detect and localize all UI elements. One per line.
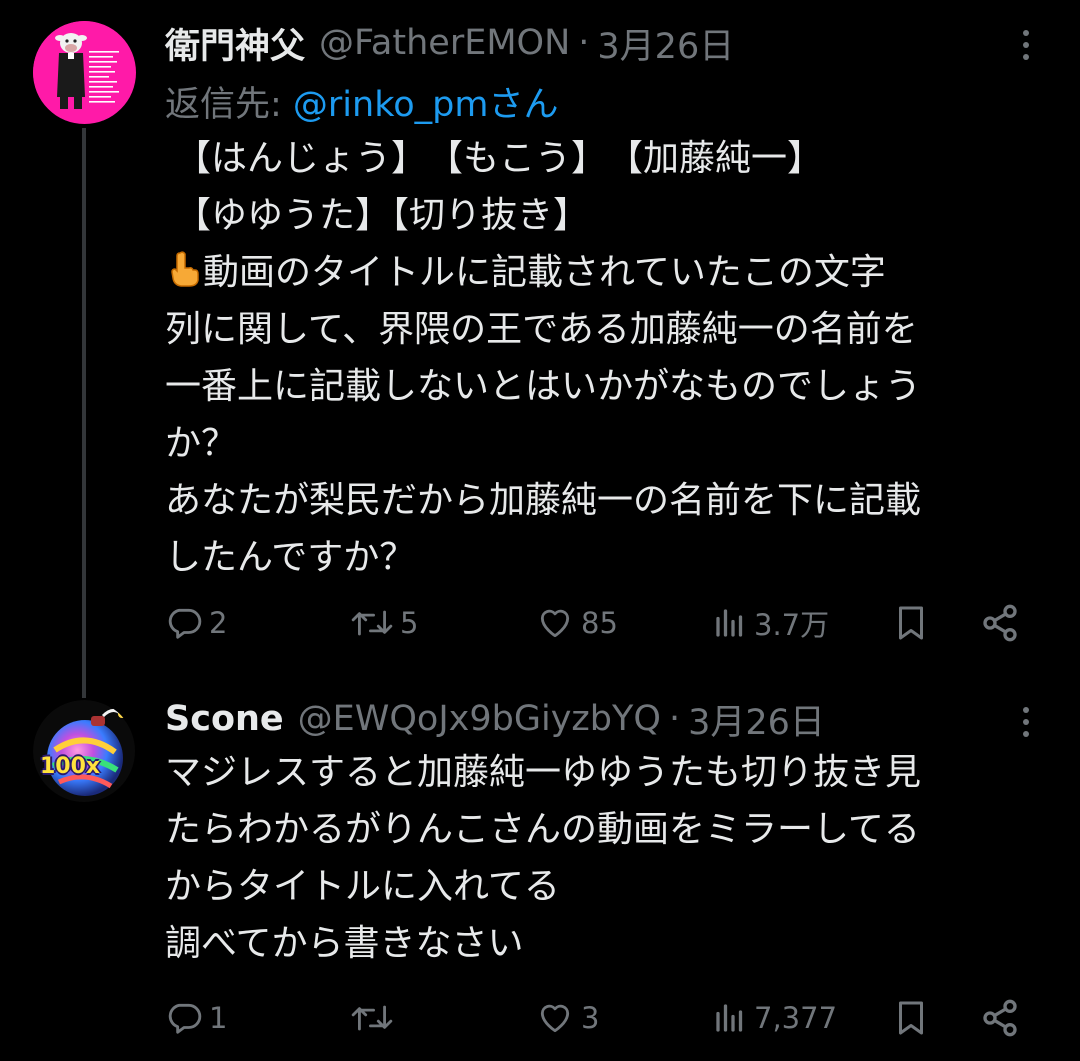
text-line: 動画のタイトルに記載されていたこの文字 [203,252,886,293]
author-handle[interactable]: @EWQoJx9bGiyzbYQ [298,699,661,739]
reply-count: 2 [209,606,228,640]
reply-count: 1 [209,1001,228,1035]
reply-icon [168,1003,202,1034]
avatar-image-icon [33,700,135,802]
tweet-text: 【はんじょう】 【もこう】 【加藤純一】 【ゆゆうた】【切り抜き】 動画のタイト… [165,130,1055,586]
tweet-date[interactable]: 3月26日 [597,18,734,69]
author-name[interactable]: 衛門神父 [165,18,305,69]
tweet-header: 衛門神父 @FatherEMON · 3月26日 [165,18,734,68]
text-line: 【はんじょう】 【もこう】 【加藤純一】 [175,138,824,179]
like-button[interactable]: 3 [535,993,599,1043]
thread-connector-line [82,128,86,698]
share-button[interactable] [980,598,1020,648]
tweet-date[interactable]: 3月26日 [688,694,825,745]
share-icon [983,604,1017,642]
text-line: か？ [165,423,238,464]
heart-icon [540,1004,570,1033]
views-chart-icon [716,1004,743,1032]
views-chart-icon [716,609,743,637]
tweet-actions: 2 5 85 3.7万 [165,598,1035,648]
backhand-index-pointing-up-icon [171,251,199,287]
share-icon [983,999,1017,1037]
views-count: 3.7万 [754,608,830,642]
views-button[interactable]: 3.7万 [712,598,829,648]
retweet-button[interactable]: 5 [350,598,418,648]
avatar[interactable] [33,21,136,124]
retweet-count: 5 [400,606,419,640]
bookmark-button[interactable] [893,993,929,1043]
reply-to-link[interactable]: @rinko_pmさん [293,85,559,125]
text-line: したんですか？ [165,537,416,578]
views-button[interactable]: 7,377 [712,993,837,1043]
retweet-button[interactable] [350,993,400,1043]
reply-to-line: 返信先: @rinko_pmさん [165,76,558,127]
text-line: あなたが梨民だから加藤純一の名前を下に記載 [165,480,922,521]
tweet-text: マジレスすると加藤純一ゆゆうたも切り抜き見 たらわかるがりんこさんの動画をミラー… [165,744,1055,972]
share-button[interactable] [980,993,1020,1043]
like-button[interactable]: 85 [535,598,618,648]
text-line: マジレスすると加藤純一ゆゆうたも切り抜き見 [165,752,922,793]
author-handle[interactable]: @FatherEMON [319,23,570,63]
more-options-icon[interactable] [1018,30,1034,60]
text-line: 列に関して、界隈の王である加藤純一の名前を [165,309,918,350]
text-line: 一番上に記載しないとはいかがなものでしょう [165,366,922,407]
tweet-actions: 1 3 7,377 [165,993,1035,1043]
reply-icon [168,608,202,639]
reply-to-label: 返信先: [165,85,293,125]
tweet-header: Scone @EWQoJx9bGiyzbYQ · 3月26日 [165,694,825,744]
avatar-image-icon [33,21,135,123]
separator-dot: · [578,23,590,63]
retweet-icon [351,1005,393,1031]
views-count: 7,377 [754,1001,838,1035]
like-count: 3 [581,1001,600,1035]
text-line: たらわかるがりんこさんの動画をミラーしてる [165,809,920,850]
text-line-with-emoji: 動画のタイトルに記載されていたこの文字 [165,244,1055,301]
bookmark-button[interactable] [893,598,929,648]
separator-dot: · [668,699,681,739]
retweet-icon [351,610,393,636]
more-options-icon[interactable] [1018,707,1034,737]
text-line: からタイトルに入れてる [165,866,560,907]
reply-button[interactable]: 2 [165,598,227,648]
text-line: 【ゆゆうた】【切り抜き】 [175,195,590,236]
author-name[interactable]: Scone [165,699,284,739]
bookmark-icon [899,1001,923,1035]
avatar-badge: 100x [40,754,101,779]
text-line: 調べてから書きなさい [165,923,524,964]
avatar[interactable]: 100x [33,700,136,803]
like-count: 85 [581,606,618,640]
bookmark-icon [899,606,923,640]
reply-button[interactable]: 1 [165,993,227,1043]
heart-icon [540,609,570,638]
